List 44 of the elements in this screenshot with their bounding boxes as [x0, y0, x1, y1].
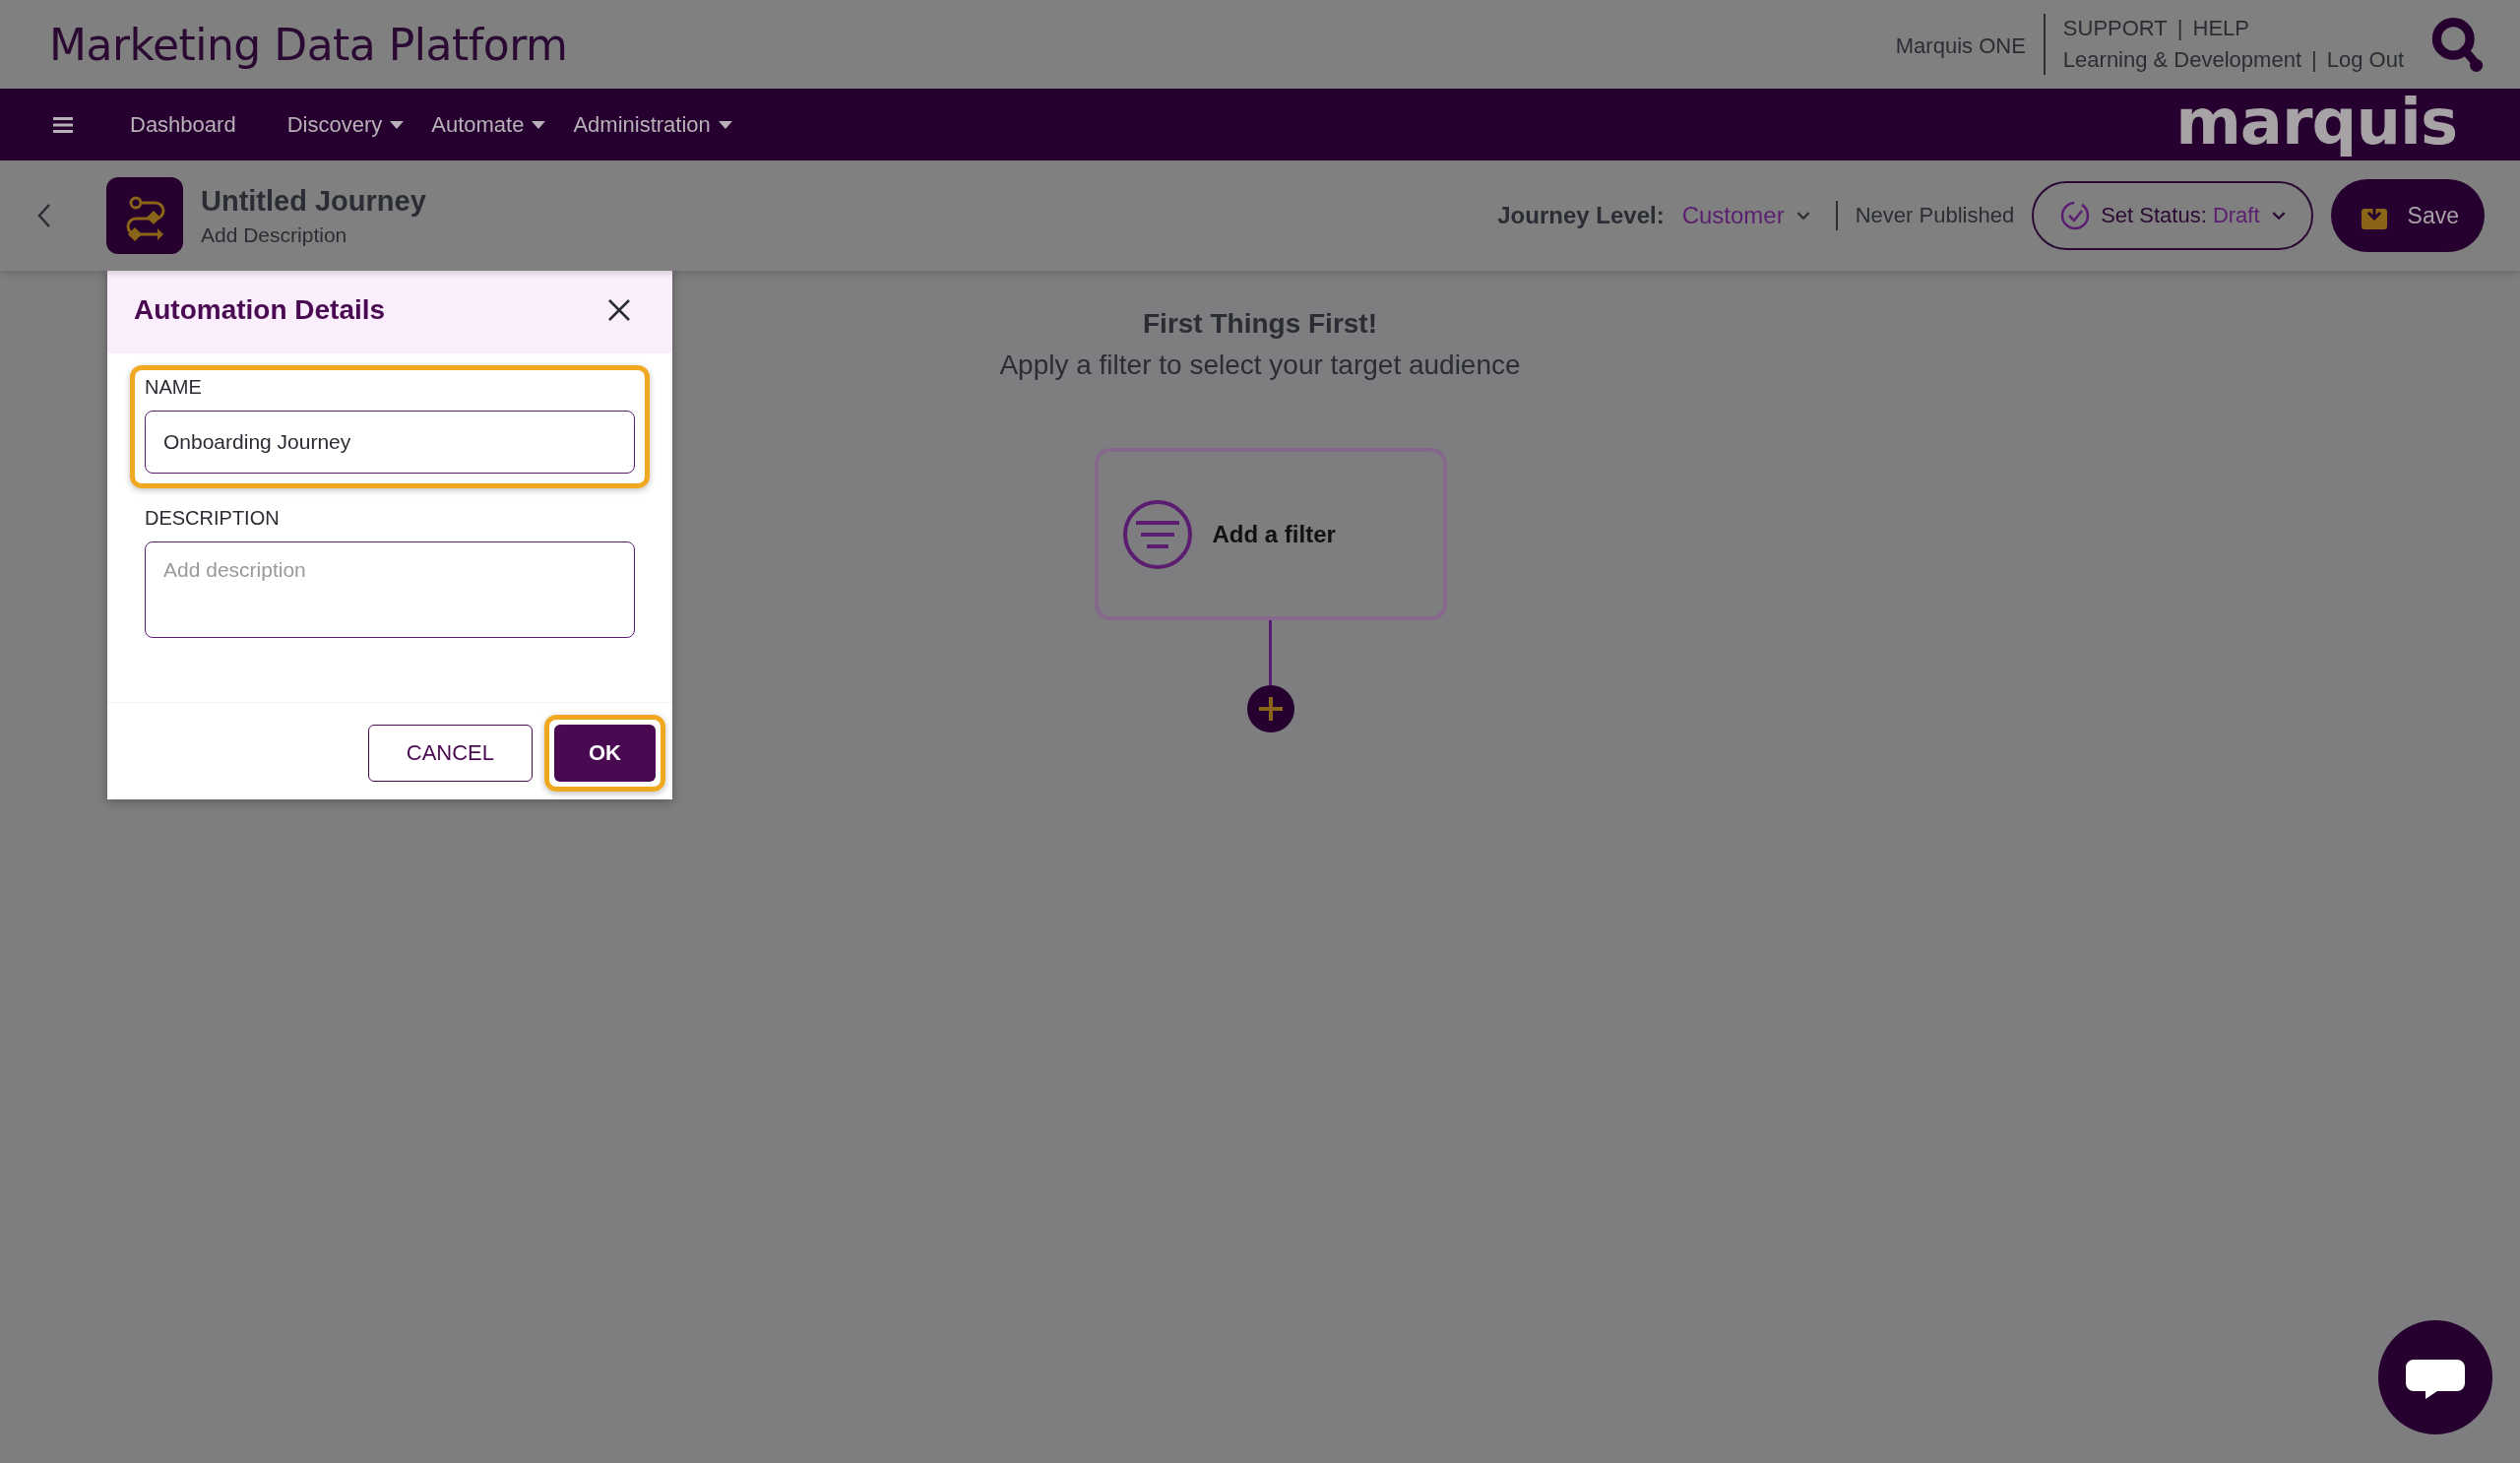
platform-title: Marketing Data Platform — [49, 19, 569, 70]
header-link[interactable]: Learning & Development — [2062, 47, 2301, 73]
journey-icon — [106, 177, 183, 254]
check-circle-icon — [2059, 200, 2092, 231]
chat-button[interactable] — [2378, 1320, 2492, 1434]
search-icon[interactable] — [2429, 15, 2485, 74]
publish-status: Never Published — [1855, 203, 2015, 228]
chevron-icon — [2271, 211, 2286, 221]
add-step-button[interactable] — [1246, 685, 1294, 732]
journey-description[interactable]: Add Description — [201, 223, 426, 247]
nav-item[interactable]: Administration — [573, 111, 732, 138]
field-label: DESCRIPTION — [145, 507, 281, 530]
back-icon[interactable] — [37, 203, 51, 228]
dialog-title: Automation Details — [134, 294, 386, 326]
description-input[interactable]: Add description — [145, 541, 635, 638]
chevron-icon — [1796, 211, 1810, 221]
header-link[interactable]: Log Out — [2326, 47, 2404, 73]
journey-title[interactable]: Untitled Journey — [201, 184, 426, 218]
link-separator: | — [2311, 47, 2317, 73]
field-label: NAME — [145, 376, 203, 399]
canvas-subheading: Apply a filter to select your target audience — [999, 350, 1521, 381]
add-filter-card[interactable]: Add a filter — [1094, 448, 1447, 620]
link-separator: | — [2176, 16, 2183, 41]
caret-icon — [390, 120, 405, 129]
product-link[interactable]: Marquis ONE — [1895, 33, 2026, 59]
nav-item[interactable]: Automate — [431, 111, 546, 138]
menu-icon[interactable] — [53, 116, 73, 133]
nav-item[interactable]: Dashboard — [130, 111, 236, 138]
header-link[interactable]: HELP — [2192, 16, 2249, 41]
set-status-button[interactable]: Set Status: Draft — [2032, 181, 2313, 250]
cancel-button[interactable]: CANCEL — [367, 725, 533, 782]
header-link[interactable]: SUPPORT — [2062, 16, 2168, 41]
journey-level-dropdown[interactable]: Customer — [1681, 202, 1810, 229]
close-icon[interactable] — [607, 298, 631, 322]
save-button[interactable]: Save — [2330, 179, 2485, 252]
caret-icon — [532, 120, 546, 129]
name-input[interactable]: Onboarding Journey — [145, 411, 635, 474]
brand-logo: marquis — [2175, 85, 2457, 159]
caret-icon — [718, 120, 732, 129]
filter-icon — [1121, 498, 1193, 570]
ok-button[interactable]: OK — [554, 725, 656, 782]
nav-item[interactable]: Discovery — [286, 111, 405, 138]
journey-level-label: Journey Level: — [1497, 202, 1665, 229]
canvas-heading: First Things First! — [1143, 308, 1377, 340]
